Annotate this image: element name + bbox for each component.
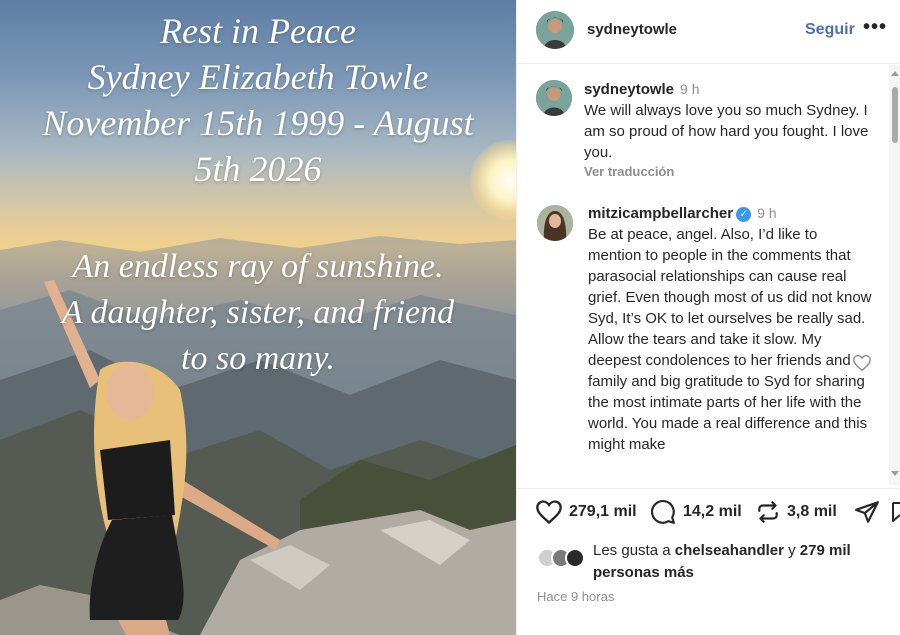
comment-count: 14,2 mil <box>683 503 742 520</box>
comment-time[interactable]: 9 h <box>757 205 776 221</box>
tagline-line: An endless ray of sunshine. <box>72 248 444 285</box>
save-button[interactable] <box>891 499 900 525</box>
comment-text: Be at peace, angel. Also, I’d like to me… <box>588 226 872 453</box>
comment-item: mitzicampbellarcher ✓ 9 h Be at peace, ang… <box>588 205 873 455</box>
liker-avatar[interactable] <box>565 548 585 568</box>
post-actions-bar: 279,1 mil 14,2 mil 3,8 mil <box>517 488 900 538</box>
comment-username[interactable]: sydneytowle <box>584 81 674 98</box>
author-avatar[interactable] <box>536 11 574 49</box>
like-count: 279,1 mil <box>569 503 637 520</box>
likes-middle: y <box>783 542 800 559</box>
post-header: sydneytowle Seguir ••• <box>517 0 900 64</box>
scroll-down-arrow-icon[interactable] <box>891 471 899 476</box>
likes-count[interactable]: 279 mil <box>800 542 851 559</box>
repost-icon <box>758 501 778 523</box>
repost-count: 3,8 mil <box>787 503 837 520</box>
see-translation-link[interactable]: Ver traducción <box>584 164 874 179</box>
avatar-image <box>536 80 572 116</box>
headline-line: Rest in Peace <box>160 11 356 51</box>
comment-text: We will always love you so much Sydney. … <box>584 102 869 161</box>
comment-item: sydneytowle 9 h We will always love you s… <box>584 81 874 179</box>
likes-suffix[interactable]: personas más <box>593 564 694 581</box>
tagline-line: to so many. <box>181 340 335 377</box>
share-paper-plane-icon <box>855 501 879 523</box>
comments-scrollbar[interactable] <box>889 65 900 485</box>
post-sidebar: sydneytowle Seguir ••• sydneytowle 9 h We… <box>516 0 900 635</box>
likes-prefix: Les gusta a <box>593 542 675 559</box>
post-photo[interactable]: Rest in Peace Sydney Elizabeth Towle Nov… <box>0 0 516 635</box>
avatar-image <box>536 11 574 49</box>
memorial-tagline: An endless ray of sunshine. A daughter, … <box>0 244 516 382</box>
repost-button[interactable]: 3,8 mil <box>755 499 837 525</box>
headline-line: 5th 2026 <box>194 149 322 189</box>
comments-list: sydneytowle 9 h We will always love you s… <box>517 65 900 485</box>
comment-username[interactable]: mitzicampbellarcher <box>588 205 733 222</box>
post-timestamp[interactable]: Hace 9 horas <box>537 589 614 604</box>
like-button[interactable]: 279,1 mil <box>535 499 637 525</box>
author-username[interactable]: sydneytowle <box>587 21 677 38</box>
headline-line: November 15th 1999 - August <box>42 103 474 143</box>
comment-avatar[interactable] <box>537 205 573 241</box>
scroll-up-arrow-icon[interactable] <box>891 71 899 76</box>
comment-bubble-icon <box>651 500 675 524</box>
avatar-image <box>537 205 573 241</box>
liker-username[interactable]: chelseahandler <box>675 542 784 559</box>
comment-time[interactable]: 9 h <box>680 81 699 97</box>
like-comment-heart-icon[interactable] <box>852 354 872 372</box>
headline-line: Sydney Elizabeth Towle <box>87 57 429 97</box>
share-button[interactable] <box>853 499 881 525</box>
comment-button[interactable]: 14,2 mil <box>649 499 742 525</box>
memorial-headline: Rest in Peace Sydney Elizabeth Towle Nov… <box>0 8 516 192</box>
comment-avatar[interactable] <box>536 80 572 116</box>
verified-badge-icon: ✓ <box>736 207 752 222</box>
likes-text[interactable]: Les gusta a chelseahandler y 279 mil pers… <box>593 540 883 584</box>
heart-icon <box>536 500 562 525</box>
scrollbar-thumb[interactable] <box>892 87 898 143</box>
follow-button[interactable]: Seguir <box>805 21 855 39</box>
more-options-icon[interactable]: ••• <box>863 16 887 39</box>
bookmark-icon <box>892 502 900 522</box>
tagline-line: A daughter, sister, and friend <box>61 294 455 331</box>
